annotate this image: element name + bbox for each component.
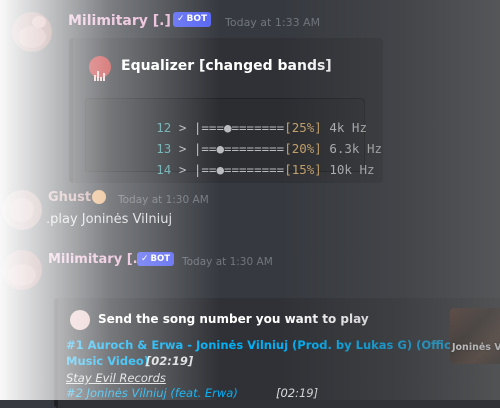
message-text: .play Joninės Vilniuj xyxy=(46,212,173,227)
equalizer-codeblock: 12 > |===●=======[25%] 4k Hz 13 > |==●==… xyxy=(85,98,382,177)
song-duration: [02:19] xyxy=(276,386,319,400)
song-link[interactable]: Music Video) xyxy=(66,354,149,368)
channel-link[interactable]: Stay Evil Records xyxy=(66,371,166,385)
bot-tag: ✓ BOT xyxy=(137,252,175,266)
eq-band-line: 14 > |==●========[15%] 10k Hz xyxy=(156,162,375,177)
timestamp: Today at 1:30 AM xyxy=(182,256,273,268)
check-icon: ✓ xyxy=(141,254,149,264)
check-icon: ✓ xyxy=(177,14,185,24)
username[interactable]: Milimitary [.] xyxy=(68,13,171,29)
emoji-icon xyxy=(92,190,106,204)
username[interactable]: Ghust xyxy=(48,190,91,205)
song-link[interactable]: #1 Auroch & Erwa - Joninės Vilniuj (Prod… xyxy=(66,338,466,352)
equalizer-icon xyxy=(89,56,111,81)
username[interactable]: Milimitary [.] xyxy=(48,252,144,267)
equalizer-embed: Equalizer [changed bands] 12 > |===●====… xyxy=(69,38,383,183)
chat-area: Milimitary [.] ✓ BOT Today at 1:33 AM Equ… xyxy=(0,0,500,408)
avatar[interactable] xyxy=(2,250,42,290)
thumbnail-text: Joninės Vilni xyxy=(452,342,500,353)
bot-tag: ✓ BOT xyxy=(173,12,212,27)
bot-avatar-icon xyxy=(70,310,90,330)
song-link[interactable]: #2 Joninės Vilniuj (feat. Erwa) xyxy=(66,386,238,400)
song-duration: [02:19] xyxy=(146,354,194,368)
embed-prompt: Send the song number you want to play xyxy=(98,312,369,326)
avatar[interactable] xyxy=(2,190,42,230)
song-select-embed: Send the song number you want to play #1… xyxy=(54,298,500,408)
video-thumbnail[interactable]: Joninės Vilni xyxy=(450,308,500,364)
avatar[interactable] xyxy=(12,12,52,52)
embed-title: Equalizer [changed bands] xyxy=(121,58,332,74)
timestamp: Today at 1:30 AM xyxy=(118,194,209,206)
timestamp: Today at 1:33 AM xyxy=(225,16,321,29)
